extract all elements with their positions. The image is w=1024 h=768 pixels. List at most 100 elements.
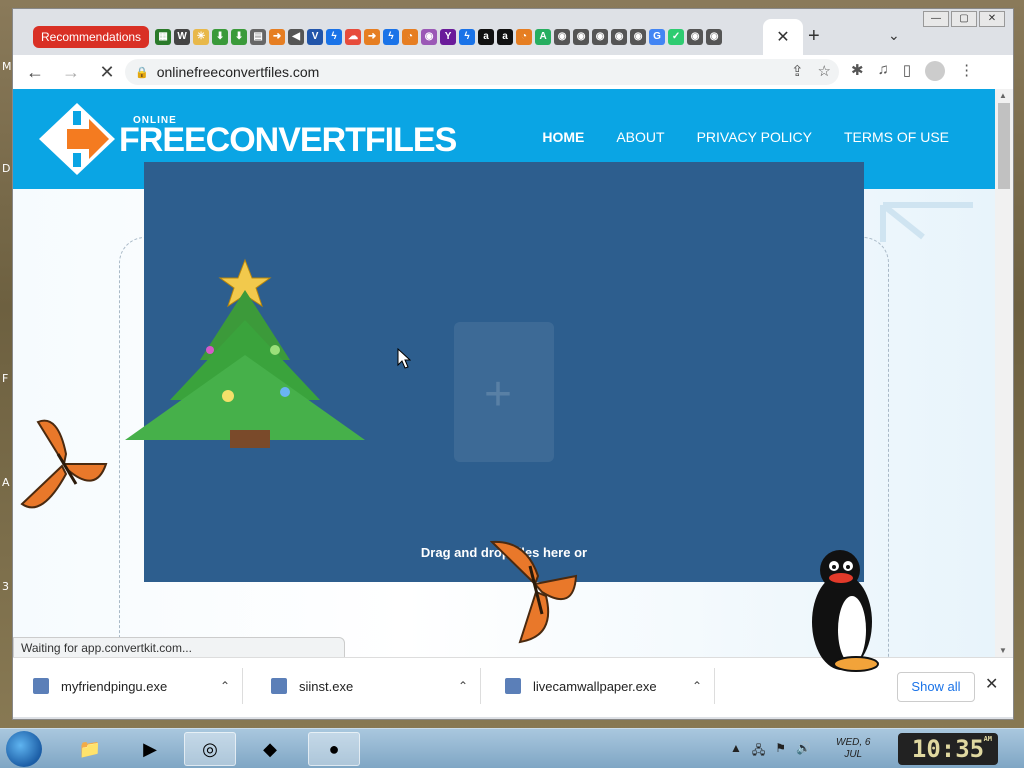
tab-favicon-icon[interactable]: ⬇: [231, 29, 248, 45]
bookmark-star-icon[interactable]: ☆: [818, 62, 831, 80]
extensions-icon[interactable]: ✱: [851, 61, 864, 81]
download-filename: myfriendpingu.exe: [61, 678, 168, 694]
clock-time: 10:35: [911, 735, 985, 763]
tab-favicon-icon[interactable]: ◉: [554, 29, 571, 45]
download-item[interactable]: myfriendpingu.exe ⌃: [13, 668, 243, 704]
recommendations-tab-group[interactable]: Recommendations: [33, 26, 150, 48]
desktop-icon-label: D: [2, 162, 11, 175]
tab-favicon-icon[interactable]: ϟ: [383, 29, 400, 45]
butterfly-decoration: [20, 419, 108, 509]
executable-file-icon: [505, 678, 521, 694]
date-display[interactable]: WED, 6 JUL: [836, 737, 870, 761]
scroll-down-icon[interactable]: ▼: [999, 646, 1007, 655]
chevron-up-icon[interactable]: ⌃: [220, 679, 230, 693]
tab-favicon-icon[interactable]: ◉: [421, 29, 438, 45]
tab-favicon-icon[interactable]: a: [478, 29, 495, 45]
pingu-taskbar-button[interactable]: ●: [308, 732, 360, 766]
tab-favicon-icon[interactable]: ◉: [592, 29, 609, 45]
forward-button[interactable]: →: [57, 62, 85, 83]
browser-toolbar: ← → ✕ 🔒 onlinefreeconvertfiles.com ⇪ ☆ ✱…: [13, 55, 1013, 89]
nav-terms-of-use[interactable]: TERMS OF USE: [844, 129, 949, 145]
nav-about[interactable]: ABOUT: [616, 129, 664, 145]
chevron-up-icon[interactable]: ⌃: [692, 679, 702, 693]
date-month: JUL: [844, 749, 863, 760]
new-tab-button[interactable]: +: [808, 25, 820, 48]
tab-favicon-icon[interactable]: ◔: [516, 29, 533, 45]
nav-privacy-policy[interactable]: PRIVACY POLICY: [697, 129, 812, 145]
tab-favicon-icon[interactable]: ◔: [402, 29, 419, 45]
close-download-shelf-icon[interactable]: ✕: [985, 674, 998, 694]
tab-favicon-icon[interactable]: ▤: [250, 29, 267, 45]
butterfly-decoration: [490, 540, 578, 644]
show-all-button[interactable]: Show all: [897, 672, 975, 702]
tab-favicon-icon[interactable]: ✓: [668, 29, 685, 45]
show-hidden-icons-icon[interactable]: ▲: [730, 741, 742, 762]
logo-arrow-icon[interactable]: [39, 103, 115, 175]
tab-favicon-icon[interactable]: ◉: [611, 29, 628, 45]
tab-favicon-icon[interactable]: ☁: [345, 29, 362, 45]
network-icon[interactable]: 🖧: [752, 741, 765, 762]
tab-favicon-icon[interactable]: W: [174, 29, 191, 45]
tab-favicon-icon[interactable]: ⬇: [212, 29, 229, 45]
media-player-taskbar-button[interactable]: ▶: [124, 732, 176, 766]
desktop-icon-label: M: [2, 60, 12, 73]
status-bubble: Waiting for app.convertkit.com...: [13, 637, 345, 659]
tab-favicon-icon[interactable]: ➜: [269, 29, 286, 45]
url-text[interactable]: onlinefreeconvertfiles.com: [157, 64, 320, 80]
share-icon[interactable]: ⇪: [791, 62, 804, 80]
download-filename: livecamwallpaper.exe: [533, 678, 657, 694]
site-nav: HOME ABOUT PRIVACY POLICY TERMS OF USE: [542, 129, 949, 145]
scroll-thumb[interactable]: [998, 103, 1010, 189]
page-scrollbar[interactable]: ▲ ▼: [995, 89, 1013, 657]
close-tab-icon[interactable]: ✕: [776, 27, 789, 47]
download-item[interactable]: siinst.exe ⌃: [251, 668, 481, 704]
scroll-up-icon[interactable]: ▲: [999, 91, 1007, 100]
download-item[interactable]: livecamwallpaper.exe ⌃: [485, 668, 715, 704]
tab-favicon-icon[interactable]: A: [535, 29, 552, 45]
tab-favicon-icon[interactable]: V: [307, 29, 324, 45]
profile-avatar[interactable]: [925, 61, 946, 81]
nav-home[interactable]: HOME: [542, 129, 584, 145]
clock-display[interactable]: 10:35 AM: [898, 733, 998, 765]
active-tab[interactable]: ✕: [763, 19, 803, 55]
executable-file-icon: [271, 678, 287, 694]
tab-search-button[interactable]: ⌄: [888, 27, 900, 44]
chevron-up-icon[interactable]: ⌃: [458, 679, 468, 693]
tab-favicon-icon[interactable]: ϟ: [459, 29, 476, 45]
app-taskbar-button[interactable]: ◆: [244, 732, 296, 766]
desktop-icon-label: F: [2, 372, 9, 385]
logo-text[interactable]: FREECONVERTFILES: [119, 121, 457, 160]
tab-favicon-icon[interactable]: ◉: [630, 29, 647, 45]
tab-favicon-icon[interactable]: ◀: [288, 29, 305, 45]
media-control-icon[interactable]: ♫: [878, 61, 889, 81]
side-panel-icon[interactable]: ▯: [903, 61, 911, 81]
address-bar[interactable]: 🔒 onlinefreeconvertfiles.com ⇪ ☆: [125, 59, 839, 85]
tab-favicon-icon[interactable]: ◉: [687, 29, 704, 45]
desktop-icon-label: 3: [2, 580, 9, 593]
stop-loading-button[interactable]: ✕: [93, 62, 121, 83]
download-filename: siinst.exe: [299, 678, 354, 694]
start-button[interactable]: [6, 731, 42, 767]
tab-favicon-icon[interactable]: Y: [440, 29, 457, 45]
action-center-icon[interactable]: ⚑: [775, 741, 786, 762]
mouse-cursor-icon: [397, 348, 411, 369]
chrome-taskbar-button[interactable]: ◎: [184, 732, 236, 766]
tab-favicon-icon[interactable]: ϟ: [326, 29, 343, 45]
back-button[interactable]: ←: [21, 62, 49, 83]
tab-favicon-icon[interactable]: a: [497, 29, 514, 45]
clock-ampm: AM: [983, 735, 992, 743]
tab-favicon-icon[interactable]: G: [649, 29, 666, 45]
date-weekday: WED, 6: [836, 737, 871, 748]
tab-favicon-icon[interactable]: ➜: [364, 29, 381, 45]
tab-favicon-icon[interactable]: ▦: [155, 29, 172, 45]
explorer-taskbar-button[interactable]: 📁: [64, 732, 116, 766]
browser-menu-icon[interactable]: ⋮: [959, 61, 974, 81]
volume-icon[interactable]: 🔊: [796, 741, 811, 762]
tab-favicon-icon[interactable]: ◉: [706, 29, 723, 45]
toolbar-right: ✱ ♫ ▯ ⋮: [851, 61, 974, 81]
plus-icon: +: [484, 368, 513, 421]
tab-favicon-icon[interactable]: ✳: [193, 29, 210, 45]
tab-favicon-icon[interactable]: ◉: [573, 29, 590, 45]
lock-icon[interactable]: 🔒: [135, 66, 149, 79]
desktop-icon-label: A: [2, 476, 10, 489]
